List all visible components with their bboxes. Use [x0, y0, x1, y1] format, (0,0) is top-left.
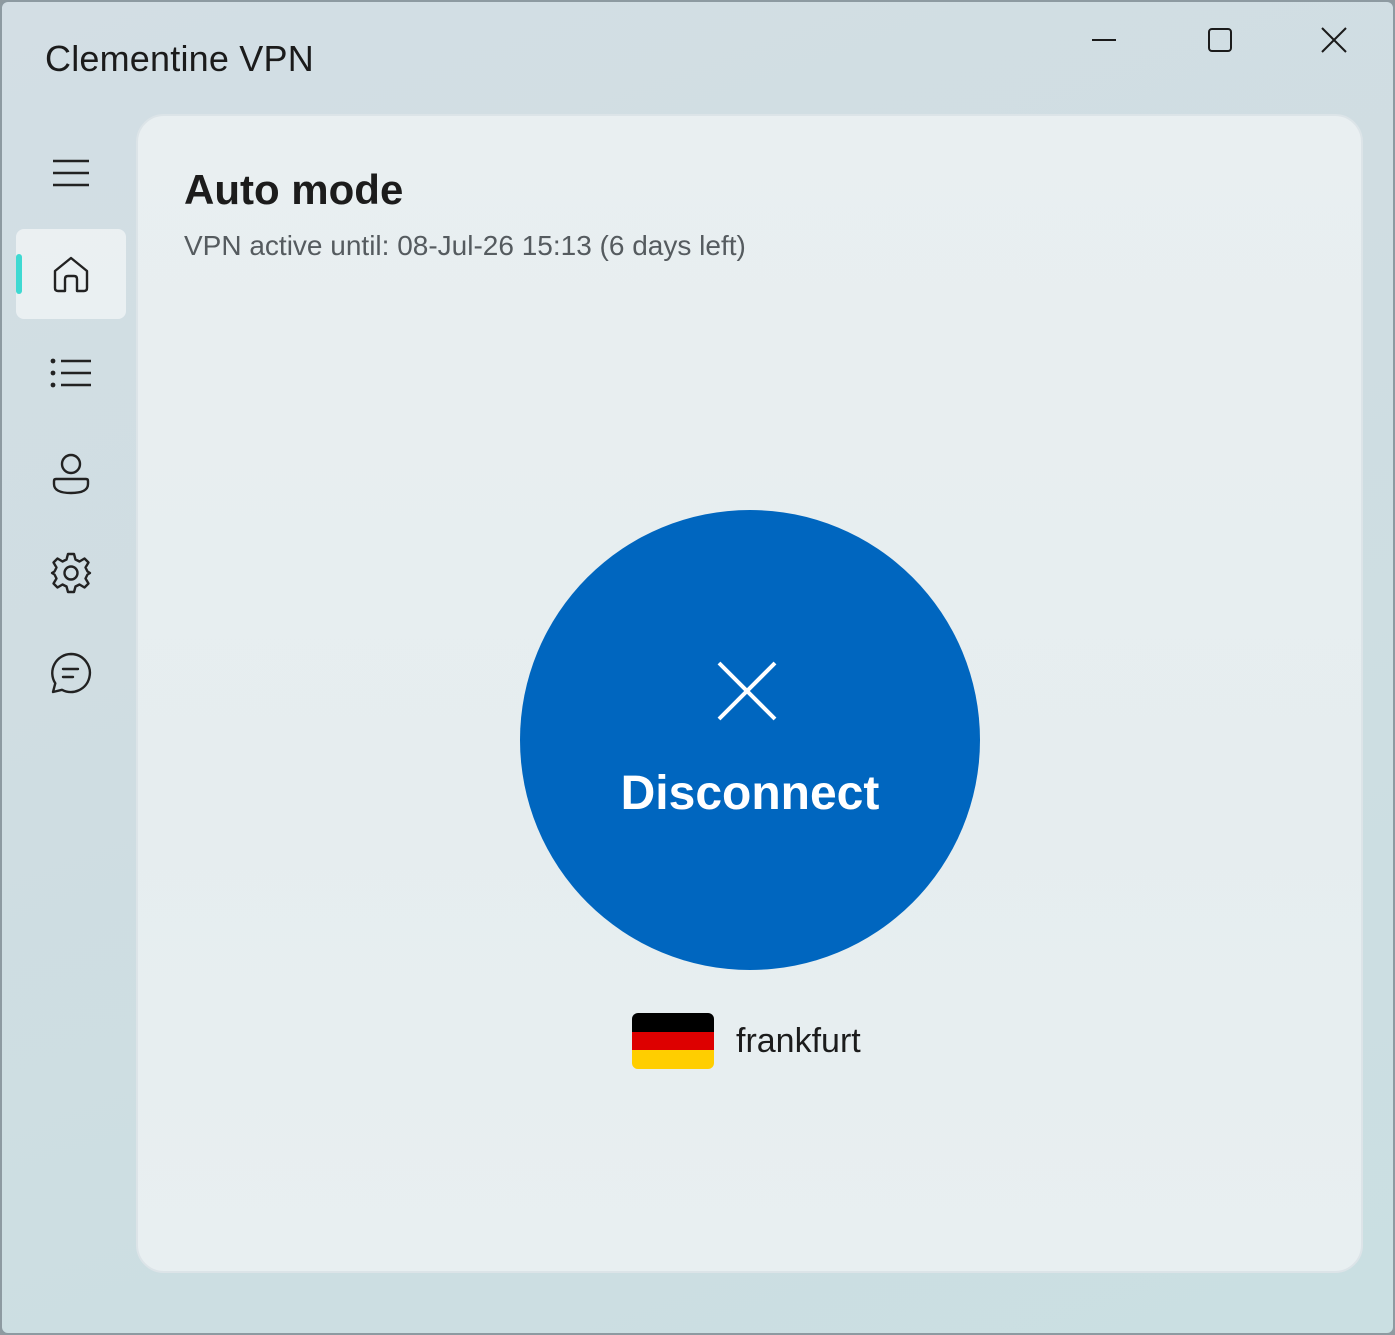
list-icon — [50, 358, 91, 388]
person-icon — [52, 453, 90, 495]
active-indicator — [16, 254, 22, 294]
maximize-button[interactable] — [1188, 16, 1252, 64]
gear-icon — [50, 552, 92, 594]
close-icon — [1321, 27, 1347, 53]
close-button[interactable] — [1302, 16, 1366, 64]
subscription-status: VPN active until: 08-Jul-26 15:13 (6 day… — [184, 230, 746, 261]
minimize-icon — [1092, 39, 1116, 41]
x-icon — [717, 661, 777, 721]
nav-item-feedback[interactable] — [16, 628, 126, 718]
app-window: Clementine VPN Auto mode VPN active unti… — [0, 0, 1395, 1335]
nav-item-home[interactable] — [16, 229, 126, 319]
germany-flag-icon — [632, 1013, 714, 1069]
app-title: Clementine VPN — [45, 38, 314, 79]
location-name: frankfurt — [736, 1021, 861, 1060]
nav-item-settings[interactable] — [16, 528, 126, 618]
main-content-panel: Auto mode VPN active until: 08-Jul-26 15… — [136, 114, 1363, 1273]
minimize-button[interactable] — [1072, 16, 1136, 64]
disconnect-button[interactable]: Disconnect — [520, 510, 980, 970]
maximize-icon — [1208, 28, 1232, 52]
nav-item-account[interactable] — [16, 429, 126, 519]
home-icon — [53, 256, 89, 293]
page-title: Auto mode — [184, 166, 404, 213]
chat-bubble-icon — [51, 652, 92, 694]
location-selector[interactable]: frankfurt — [632, 1012, 861, 1070]
disconnect-label: Disconnect — [620, 767, 880, 820]
nav-menu-button[interactable] — [16, 128, 126, 218]
hamburger-menu-icon — [53, 159, 89, 187]
nav-item-servers[interactable] — [16, 328, 126, 418]
